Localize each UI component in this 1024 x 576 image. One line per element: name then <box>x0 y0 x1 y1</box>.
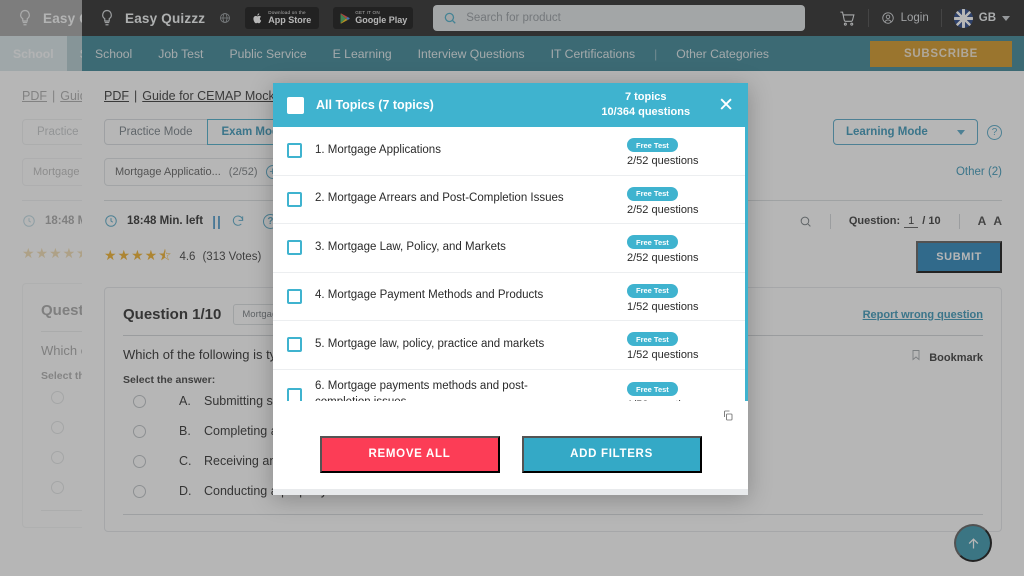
topic-row[interactable]: 3. Mortgage Law, Policy, and Markets Fre… <box>273 224 745 273</box>
topic-count-4: 1/52 questions <box>627 301 731 313</box>
topic-meta-4: Free Test 1/52 questions <box>627 280 731 313</box>
topic-checkbox-5[interactable] <box>287 337 302 352</box>
free-test-badge-2: Free Test <box>627 187 678 201</box>
free-test-badge-5: Free Test <box>627 332 678 346</box>
add-filters-button[interactable]: ADD FILTERS <box>522 436 702 473</box>
topic-count-1: 2/52 questions <box>627 155 731 167</box>
modal-title: All Topics (7 topics) <box>316 98 434 112</box>
modal-counts: 7 topics 10/364 questions <box>601 90 690 120</box>
topic-row[interactable]: 5. Mortgage law, policy, practice and ma… <box>273 321 745 370</box>
topics-filter-modal: All Topics (7 topics) 7 topics 10/364 qu… <box>273 83 748 495</box>
topic-label-2: 2. Mortgage Arrears and Post-Completion … <box>315 191 564 207</box>
remove-all-button[interactable]: REMOVE ALL <box>320 436 500 473</box>
topic-meta-6: Free Test 1/52 questions <box>627 379 731 401</box>
topic-checkbox-3[interactable] <box>287 240 302 255</box>
modal-header: All Topics (7 topics) 7 topics 10/364 qu… <box>273 83 748 127</box>
modal-questions-count: 10/364 questions <box>601 105 690 120</box>
modal-topics-count: 7 topics <box>601 90 690 105</box>
free-test-badge-6: Free Test <box>627 382 678 396</box>
topic-row[interactable]: 1. Mortgage Applications Free Test 2/52 … <box>273 127 745 176</box>
topic-label-6: 6. Mortgage payments methods and post-co… <box>315 379 580 401</box>
close-icon[interactable]: ✕ <box>718 96 734 115</box>
free-test-badge-4: Free Test <box>627 284 678 298</box>
topic-checkbox-2[interactable] <box>287 192 302 207</box>
topic-count-2: 2/52 questions <box>627 204 731 216</box>
topic-row[interactable]: 2. Mortgage Arrears and Post-Completion … <box>273 176 745 225</box>
topic-meta-3: Free Test 2/52 questions <box>627 232 731 265</box>
topic-row[interactable]: 6. Mortgage payments methods and post-co… <box>273 370 745 402</box>
topic-list[interactable]: 1. Mortgage Applications Free Test 2/52 … <box>273 127 748 401</box>
topic-row[interactable]: 4. Mortgage Payment Methods and Products… <box>273 273 745 322</box>
topic-label-3: 3. Mortgage Law, Policy, and Markets <box>315 240 506 256</box>
topic-count-3: 2/52 questions <box>627 252 731 264</box>
topic-label-4: 4. Mortgage Payment Methods and Products <box>315 288 543 304</box>
free-test-badge-3: Free Test <box>627 235 678 249</box>
topic-checkbox-6[interactable] <box>287 388 302 402</box>
modal-bottom-strip <box>273 489 748 495</box>
topic-meta-5: Free Test 1/52 questions <box>627 329 731 362</box>
main-layer: Easy Quizzz Download on the App Store GE… <box>0 0 1024 576</box>
free-test-badge-1: Free Test <box>627 138 678 152</box>
modal-footer: REMOVE ALL ADD FILTERS <box>273 401 748 489</box>
topic-meta-2: Free Test 2/52 questions <box>627 183 731 216</box>
copy-icon[interactable] <box>722 409 734 427</box>
topic-label-1: 1. Mortgage Applications <box>315 143 441 159</box>
topic-checkbox-1[interactable] <box>287 143 302 158</box>
topic-checkbox-4[interactable] <box>287 289 302 304</box>
select-all-checkbox[interactable] <box>287 97 304 114</box>
topic-count-5: 1/52 questions <box>627 349 731 361</box>
topic-meta-1: Free Test 2/52 questions <box>627 135 731 168</box>
topic-label-5: 5. Mortgage law, policy, practice and ma… <box>315 337 544 353</box>
